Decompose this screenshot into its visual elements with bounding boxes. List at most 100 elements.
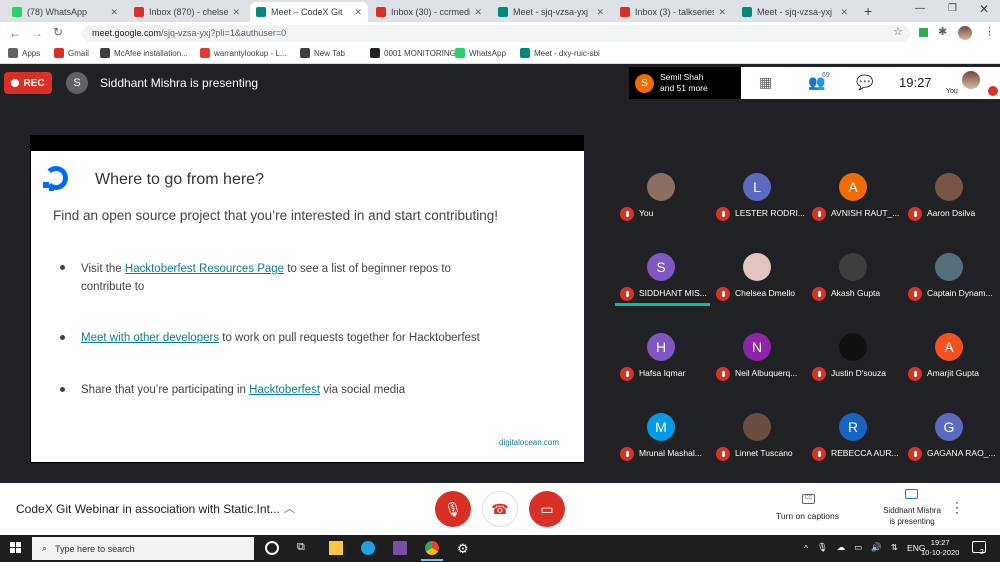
active-speaker-card[interactable]: S Semil Shah and 51 more (629, 67, 741, 99)
mic-off-icon (908, 287, 922, 301)
mic-off-icon (908, 207, 922, 221)
bookmark-item[interactable]: WhatsApp (455, 48, 506, 58)
tray-volume-icon[interactable]: 🔊 (871, 542, 882, 553)
participant-tile[interactable]: R REBECCA AUR... (806, 387, 902, 467)
tab-close-icon[interactable]: ✕ (596, 7, 604, 18)
chevron-up-icon[interactable]: ︿ (284, 500, 295, 516)
participant-tile[interactable]: G GAGANA RAO_... (902, 387, 998, 467)
participant-name: GAGANA RAO_... (927, 448, 996, 458)
reload-icon[interactable]: ↻ (53, 25, 63, 39)
bookmark-item[interactable]: Gmail (54, 48, 89, 58)
minimize-button[interactable]: — (915, 3, 925, 14)
tray-battery-icon[interactable]: ▭ (854, 542, 862, 553)
settings-gear-icon[interactable]: ⚙ (457, 541, 471, 556)
chrome-icon[interactable] (425, 541, 439, 555)
participant-tile[interactable]: You (614, 147, 710, 227)
tab-7[interactable]: Meet - sjq-vzsa-yxj ✕ (736, 2, 854, 22)
tab-4[interactable]: Inbox (30) - ccrmediat ✕ (370, 2, 488, 22)
tab-6[interactable]: Inbox (3) - talkseriesm✕ (614, 2, 732, 22)
participant-tile[interactable]: Chelsea Dmello (710, 227, 806, 307)
tab-close-icon[interactable]: ✕ (354, 7, 362, 18)
tab-2[interactable]: Inbox (870) - chelsead✕ (128, 2, 246, 22)
participant-tile[interactable]: H Hafsa Iqmar (614, 307, 710, 387)
new-tab-button[interactable]: + (864, 3, 872, 19)
tab-title: Meet - sjq-vzsa-yxj (513, 7, 589, 17)
tab-1[interactable]: (78) WhatsApp ✕ (6, 2, 124, 22)
developers-link[interactable]: Meet with other developers (81, 332, 219, 344)
windows-start-icon[interactable] (10, 542, 22, 554)
layout-grid-icon[interactable]: ▦ (759, 74, 772, 91)
tray-clock[interactable]: 19:27 10-10-2020 (921, 538, 959, 558)
participant-tile[interactable]: L LESTER RODRI... (710, 147, 806, 227)
camera-toggle-button[interactable]: ▭ (529, 491, 565, 527)
chat-icon[interactable]: 💬 (856, 74, 873, 91)
leave-call-button[interactable]: ☎ (482, 491, 518, 527)
address-bar[interactable]: meet.google.com/sjq-vzsa-yxj?pli=1&authu… (82, 25, 910, 42)
tab-title: Meet – CodeX Git (271, 7, 343, 17)
tab-favicon-icon (134, 7, 144, 17)
participant-tile[interactable]: S SIDDHANT MIS... (614, 227, 710, 307)
more-options-icon[interactable]: ⋮ (950, 499, 964, 516)
tab-close-icon[interactable]: ✕ (718, 7, 726, 18)
tray-network-icon[interactable]: ⇅ (891, 542, 898, 553)
taskbar-search[interactable]: ⌕ Type here to search (32, 537, 254, 560)
file-explorer-icon[interactable] (329, 541, 343, 555)
mic-off-icon (812, 367, 826, 381)
bookmark-item[interactable]: warrantylookup - L... (200, 48, 286, 58)
puzzle-icon[interactable]: ✱ (938, 25, 947, 38)
slide-footer: digitalocean.com (499, 438, 560, 447)
present-screen-icon[interactable] (905, 489, 918, 499)
store-icon[interactable] (393, 541, 407, 555)
participant-tile[interactable]: Captain Dynam... (902, 227, 998, 307)
participant-tile[interactable]: A Amarjit Gupta (902, 307, 998, 387)
bookmark-item[interactable]: Apps (8, 48, 40, 58)
tab-title: Inbox (870) - chelsead (149, 7, 229, 17)
tab-close-icon[interactable]: ✕ (474, 7, 482, 18)
meeting-title[interactable]: CodeX Git Webinar in association with St… (16, 502, 280, 516)
captions-button[interactable]: Turn on captions (776, 511, 839, 521)
bullet-dot (60, 387, 65, 392)
task-view-icon[interactable]: ⧉ (297, 541, 311, 555)
mic-toggle-button[interactable]: 🎙 (435, 491, 471, 527)
participant-tile[interactable]: Linnet Tuscano (710, 387, 806, 467)
hacktoberfest-link[interactable]: Hacktoberfest (249, 384, 320, 396)
tab-5[interactable]: Meet - sjq-vzsa-yxj ✕ (492, 2, 610, 22)
bookmark-item[interactable]: McAfee installation... (100, 48, 188, 58)
tray-cloud-icon[interactable]: ☁ (837, 542, 846, 553)
browser-menu-icon[interactable]: ⋮ (984, 25, 995, 38)
participant-tile[interactable]: Aaron Dsilva (902, 147, 998, 227)
bookmark-item[interactable]: 0001 MONITORING... (370, 48, 463, 58)
tab-3[interactable]: Meet – CodeX Git ✕ (250, 2, 368, 22)
tray-chevron-icon[interactable]: ^ (804, 543, 808, 553)
window-close-button[interactable]: ✕ (979, 2, 989, 16)
cortana-icon[interactable] (265, 541, 279, 555)
presenting-button[interactable]: Siddhant Mishra is presenting (880, 505, 944, 527)
mic-off-icon (716, 447, 730, 461)
participant-tile[interactable]: Akash Gupta (806, 227, 902, 307)
maximize-button[interactable]: ❐ (948, 3, 957, 14)
tray-mic-icon[interactable]: 🎙 (817, 542, 828, 553)
participant-tile[interactable]: Justin D'souza (806, 307, 902, 387)
self-view-thumbnail[interactable] (962, 71, 980, 89)
edge-icon[interactable] (361, 541, 375, 555)
extension-icon[interactable] (919, 28, 928, 37)
tab-close-icon[interactable]: ✕ (840, 7, 848, 18)
tab-favicon-icon (376, 7, 386, 17)
captions-icon[interactable]: CC (802, 494, 815, 504)
tab-favicon-icon (742, 7, 752, 17)
participant-tile[interactable]: M Mrunal Mashal... (614, 387, 710, 467)
participant-tile[interactable]: A AVNISH RAUT_... (806, 147, 902, 227)
profile-avatar[interactable] (958, 26, 972, 40)
bullet-1-post: to see a list of beginner repos to (284, 263, 451, 275)
back-icon[interactable]: ← (9, 26, 21, 40)
participant-name: Amarjit Gupta (927, 368, 979, 378)
participant-tile[interactable]: N Neil Albuquerq... (710, 307, 806, 387)
bookmark-item[interactable]: Meet - dxy-ruic-sbi (520, 48, 600, 58)
forward-icon[interactable]: → (31, 26, 43, 40)
bookmark-item[interactable]: New Tab (300, 48, 345, 58)
tab-close-icon[interactable]: ✕ (232, 7, 240, 18)
bullet-1-line2: contribute to (81, 281, 145, 293)
tab-close-icon[interactable]: ✕ (110, 7, 118, 18)
resources-link[interactable]: Hacktoberfest Resources Page (125, 263, 284, 275)
star-icon[interactable]: ☆ (893, 25, 903, 38)
